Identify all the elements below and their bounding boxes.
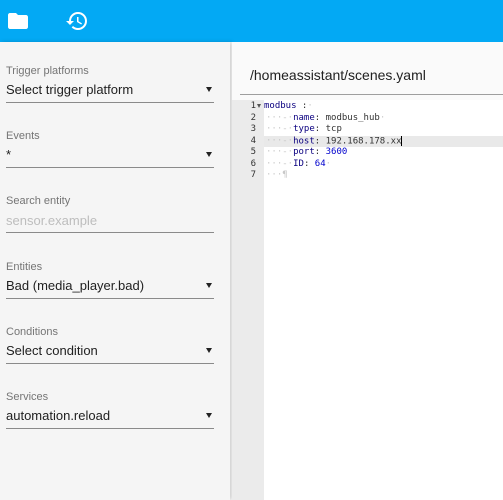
code-line: ···-·ID: 64·	[266, 158, 332, 169]
entities-value: Bad (media_player.bad)	[6, 278, 145, 293]
search-entity-field: Search entity	[6, 194, 214, 233]
yaml-key: port	[293, 147, 315, 157]
history-icon[interactable]	[65, 9, 89, 33]
trigger-platform-value: Select trigger platform	[6, 82, 134, 97]
file-path[interactable]: /homeassistant/scenes.yaml	[250, 67, 426, 83]
trigger-platform-select[interactable]: Select trigger platform	[6, 78, 214, 103]
line-number: 1	[250, 101, 256, 111]
chevron-down-icon	[206, 348, 212, 353]
code-line: ···-·type: tcp	[266, 124, 342, 134]
code-line-active: ···-·host: 192.168.178.xx	[264, 135, 503, 147]
yaml-separator: :	[296, 101, 308, 111]
events-value: *	[6, 147, 12, 162]
line-number: 6	[250, 158, 256, 169]
entities-select[interactable]: Bad (media_player.bad)	[6, 274, 214, 299]
yaml-value: 192.168.178.xx	[325, 136, 402, 146]
folder-icon[interactable]	[6, 9, 30, 33]
events-label: Events	[6, 130, 40, 142]
yaml-separator: :	[303, 158, 315, 169]
yaml-value: 3600	[325, 147, 348, 157]
chevron-down-icon	[206, 87, 212, 92]
text-cursor	[401, 135, 403, 146]
conditions-label: Conditions	[6, 326, 58, 338]
code-line: ···-·port: 3600	[266, 147, 348, 157]
trigger-platform-label: Trigger platforms	[6, 65, 89, 77]
conditions-field: Conditions Select condition	[6, 325, 214, 364]
yaml-separator: :	[314, 112, 326, 123]
trigger-platform-field: Trigger platforms Select trigger platfor…	[6, 64, 214, 103]
events-select[interactable]: *	[6, 143, 214, 168]
code-line: ···¶	[266, 170, 288, 180]
line-gutter: 1 2 3 4 5 6 7	[232, 100, 264, 500]
yaml-value: 64	[314, 158, 326, 169]
chevron-down-icon	[206, 413, 212, 418]
search-entity-label: Search entity	[6, 195, 71, 207]
yaml-key: type	[293, 124, 315, 134]
entities-field: Entities Bad (media_player.bad)	[6, 260, 214, 299]
yaml-key: host	[293, 136, 315, 146]
services-value: automation.reload	[6, 408, 111, 423]
file-path-divider	[240, 94, 503, 95]
code-text-area[interactable]: modbus :· ···-·name: modbus_hub· ···-·ty…	[264, 100, 503, 500]
yaml-separator: :	[314, 147, 326, 157]
yaml-key: name	[293, 112, 315, 123]
services-select[interactable]: automation.reload	[6, 404, 214, 429]
services-field: Services automation.reload	[6, 390, 214, 429]
services-label: Services	[6, 391, 49, 403]
top-toolbar	[0, 0, 503, 42]
line-number: 5	[250, 147, 256, 157]
line-number: 7	[250, 170, 256, 180]
yaml-key: modbus	[264, 101, 297, 111]
conditions-value: Select condition	[6, 343, 98, 358]
yaml-separator: :	[314, 136, 326, 146]
fold-arrow-icon[interactable]	[257, 104, 261, 108]
events-field: Events *	[6, 129, 214, 168]
search-entity-input[interactable]	[6, 208, 214, 233]
entities-label: Entities	[6, 261, 43, 273]
line-number: 4	[250, 135, 256, 146]
yaml-separator: :	[314, 124, 326, 134]
chevron-down-icon	[206, 283, 212, 288]
code-line: modbus :·	[264, 101, 313, 111]
editor-panel: /homeassistant/scenes.yaml 1 2 3 4 5 6 7…	[232, 42, 503, 500]
yaml-key: ID	[293, 158, 304, 169]
code-editor[interactable]: 1 2 3 4 5 6 7 modbus :· ···-·name: modbu…	[232, 100, 503, 500]
line-number: 2	[250, 112, 256, 123]
code-line: ···-·name: modbus_hub·	[266, 112, 386, 123]
conditions-select[interactable]: Select condition	[6, 339, 214, 364]
yaml-value: modbus_hub	[325, 112, 380, 123]
yaml-value: tcp	[325, 124, 342, 134]
chevron-down-icon	[206, 152, 212, 157]
sidebar: Trigger platforms Select trigger platfor…	[0, 42, 230, 500]
line-number: 3	[250, 124, 256, 134]
